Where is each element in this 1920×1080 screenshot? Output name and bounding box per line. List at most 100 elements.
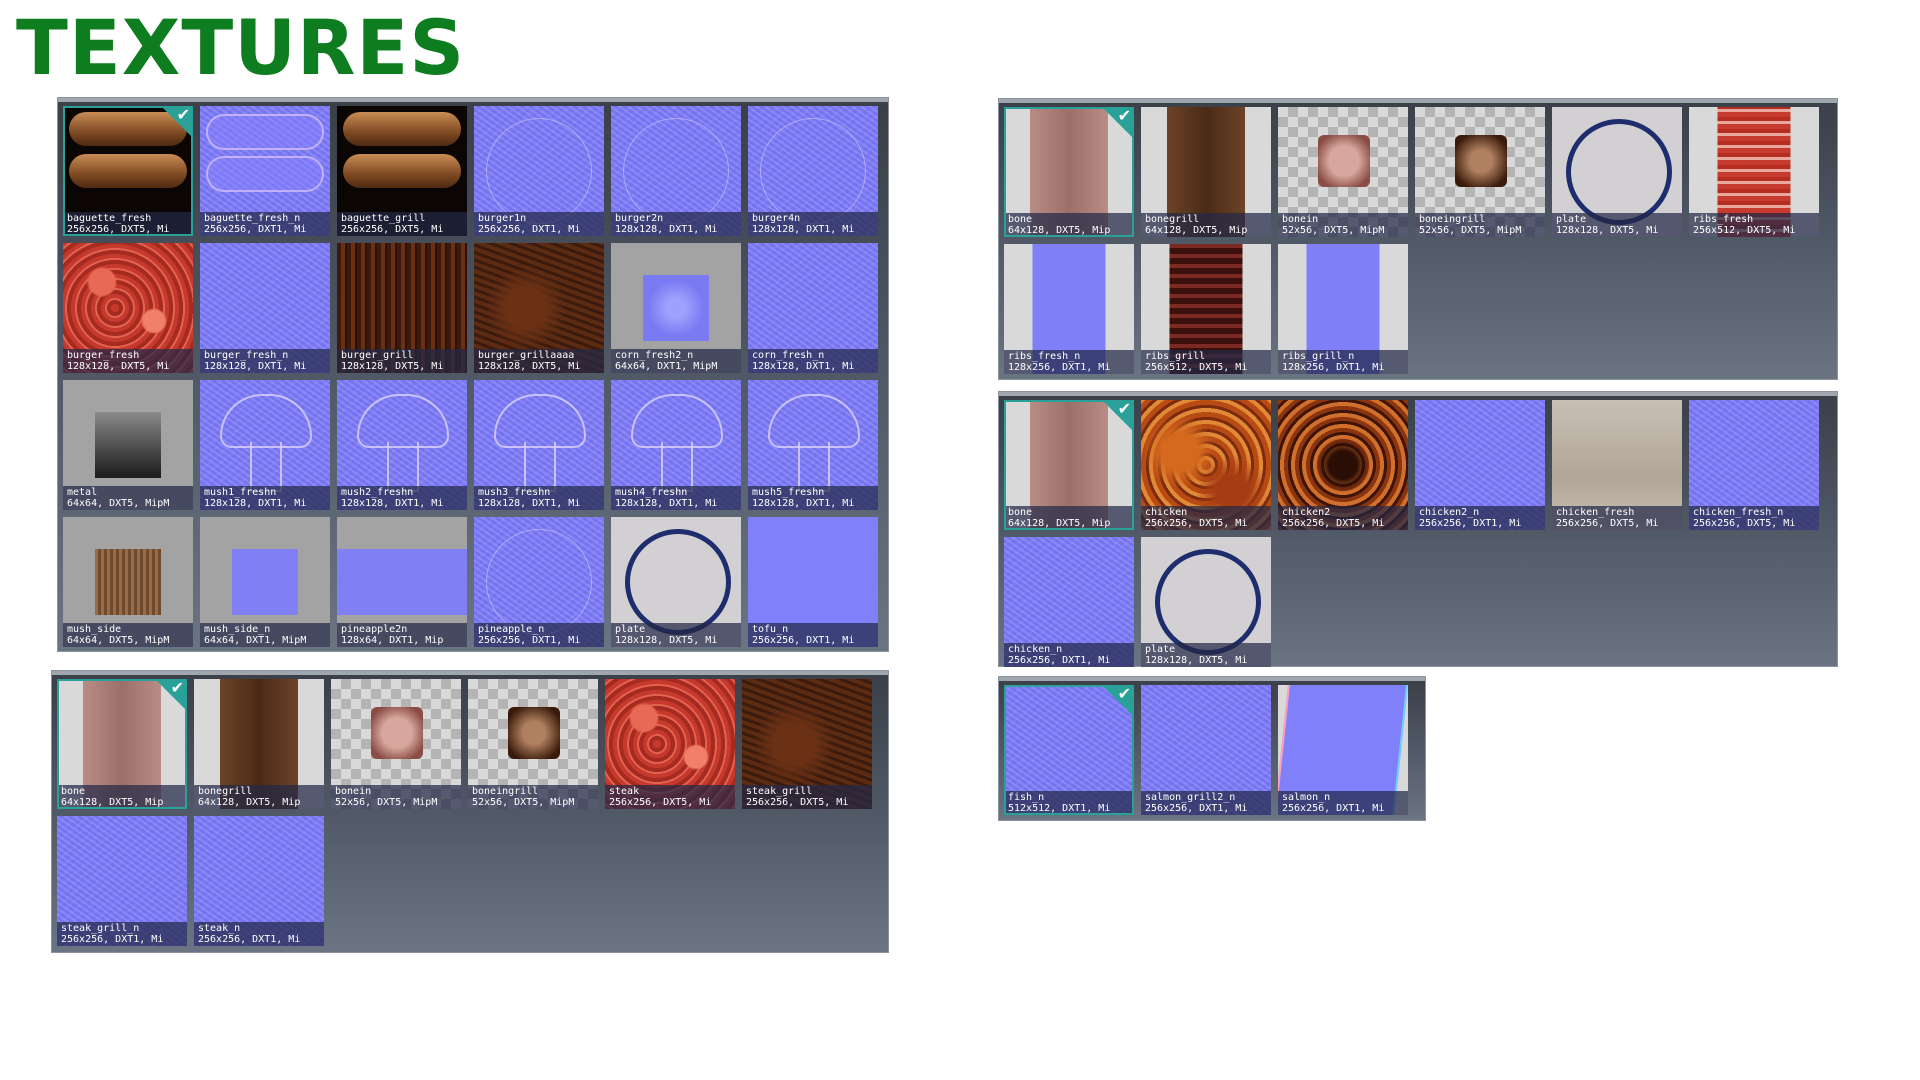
texture-caption: steak 256x256, DXT5, Mi	[605, 785, 735, 809]
texture-name: burger2n	[615, 213, 664, 224]
texture-tile[interactable]: ribs_fresh 256x512, DXT5, Mi	[1689, 107, 1819, 237]
texture-name: plate	[615, 624, 646, 635]
texture-name: baguette_fresh	[67, 213, 152, 224]
texture-tile[interactable]: baguette_grill 256x256, DXT5, Mi	[337, 106, 467, 236]
texture-caption: chicken_fresh_n 256x256, DXT5, Mi	[1689, 506, 1819, 530]
texture-tile[interactable]: burger1n 256x256, DXT1, Mi	[474, 106, 604, 236]
texture-tile[interactable]: ✔ bone 64x128, DXT5, Mip	[1004, 400, 1134, 530]
texture-tile[interactable]: chicken_n 256x256, DXT1, Mi	[1004, 537, 1134, 667]
texture-tile[interactable]: ribs_grill_n 128x256, DXT1, Mi	[1278, 244, 1408, 374]
texture-tile[interactable]: bonein 52x56, DXT5, MipM	[1278, 107, 1408, 237]
texture-tile[interactable]: burger2n 128x128, DXT1, Mi	[611, 106, 741, 236]
panel-title-bar	[999, 392, 1837, 396]
texture-info: 128x256, DXT1, Mi	[1282, 362, 1385, 373]
texture-info: 52x56, DXT5, MipM	[472, 797, 575, 808]
texture-tile[interactable]: chicken2 256x256, DXT5, Mi	[1278, 400, 1408, 530]
texture-tile[interactable]: salmon_grill2_n 256x256, DXT1, Mi	[1141, 685, 1271, 815]
texture-info: 256x256, DXT1, Mi	[198, 934, 301, 945]
texture-tile[interactable]: ribs_fresh_n 128x256, DXT1, Mi	[1004, 244, 1134, 374]
texture-tile[interactable]: burger_grill 128x128, DXT5, Mi	[337, 243, 467, 373]
texture-caption: bone 64x128, DXT5, Mip	[1004, 506, 1134, 530]
texture-tile[interactable]: burger4n 128x128, DXT1, Mi	[748, 106, 878, 236]
texture-tile[interactable]: plate 128x128, DXT5, Mi	[1552, 107, 1682, 237]
texture-tile[interactable]: boneingrill 52x56, DXT5, MipM	[1415, 107, 1545, 237]
texture-tile[interactable]: mush2_freshn 128x128, DXT1, Mi	[337, 380, 467, 510]
texture-caption: mush2_freshn 128x128, DXT1, Mi	[337, 486, 467, 510]
texture-tile[interactable]: bonein 52x56, DXT5, MipM	[331, 679, 461, 809]
texture-tile[interactable]: ✔ bone 64x128, DXT5, Mip	[1004, 107, 1134, 237]
texture-tile[interactable]: steak_grill 256x256, DXT5, Mi	[742, 679, 872, 809]
texture-tile[interactable]: burger_fresh_n 128x128, DXT1, Mi	[200, 243, 330, 373]
texture-tile[interactable]: mush4_freshn 128x128, DXT1, Mi	[611, 380, 741, 510]
texture-name: baguette_grill	[341, 213, 426, 224]
texture-tile[interactable]: plate 128x128, DXT5, Mi	[1141, 537, 1271, 667]
texture-tile[interactable]: steak 256x256, DXT5, Mi	[605, 679, 735, 809]
texture-name: chicken2_n	[1419, 507, 1480, 518]
texture-tile[interactable]: ✔ baguette_fresh 256x256, DXT5, Mi	[63, 106, 193, 236]
texture-name: bonein	[335, 786, 372, 797]
texture-caption: tofu_n 256x256, DXT1, Mi	[748, 623, 878, 647]
texture-caption: bonegrill 64x128, DXT5, Mip	[1141, 213, 1271, 237]
texture-tile[interactable]: ✔ fish_n 512x512, DXT1, Mi	[1004, 685, 1134, 815]
texture-tile[interactable]: metal 64x64, DXT5, MipM	[63, 380, 193, 510]
texture-caption: fish_n 512x512, DXT1, Mi	[1004, 791, 1134, 815]
texture-info: 256x256, DXT1, Mi	[1145, 803, 1248, 814]
texture-name: burger_fresh_n	[204, 350, 289, 361]
texture-name: steak_grill	[746, 786, 813, 797]
texture-info: 256x256, DXT5, Mi	[746, 797, 849, 808]
texture-name: burger_grillaaaa	[478, 350, 575, 361]
texture-name: ribs_grill_n	[1282, 351, 1355, 362]
texture-caption: salmon_n 256x256, DXT1, Mi	[1278, 791, 1408, 815]
texture-info: 128x128, DXT1, Mi	[341, 498, 444, 509]
texture-tile[interactable]: baguette_fresh_n 256x256, DXT1, Mi	[200, 106, 330, 236]
texture-info: 64x64, DXT1, MipM	[204, 635, 307, 646]
texture-name: steak_n	[198, 923, 241, 934]
texture-tile[interactable]: bonegrill 64x128, DXT5, Mip	[194, 679, 324, 809]
texture-tile[interactable]: chicken_fresh_n 256x256, DXT5, Mi	[1689, 400, 1819, 530]
texture-name: chicken2	[1282, 507, 1331, 518]
texture-tile[interactable]: burger_grillaaaa 128x128, DXT5, Mi	[474, 243, 604, 373]
panel-title-bar	[999, 99, 1837, 103]
texture-tile[interactable]: tofu_n 256x256, DXT1, Mi	[748, 517, 878, 647]
texture-grid: ✔ fish_n 512x512, DXT1, Mi salmon_grill2_n 2…	[1004, 685, 1420, 815]
texture-tile[interactable]: steak_grill_n 256x256, DXT1, Mi	[57, 816, 187, 946]
texture-tile[interactable]: boneingrill 52x56, DXT5, MipM	[468, 679, 598, 809]
texture-info: 128x128, DXT1, Mi	[615, 224, 718, 235]
texture-name: baguette_fresh_n	[204, 213, 301, 224]
texture-caption: corn_fresh2_n 64x64, DXT1, MipM	[611, 349, 741, 373]
texture-tile[interactable]: salmon_n 256x256, DXT1, Mi	[1278, 685, 1408, 815]
checkmark-icon: ✔	[1117, 400, 1131, 418]
texture-tile[interactable]: bonegrill 64x128, DXT5, Mip	[1141, 107, 1271, 237]
texture-tile[interactable]: mush_side_n 64x64, DXT1, MipM	[200, 517, 330, 647]
texture-tile[interactable]: ribs_grill 256x512, DXT5, Mi	[1141, 244, 1271, 374]
texture-tile[interactable]: burger_fresh 128x128, DXT5, Mi	[63, 243, 193, 373]
texture-caption: salmon_grill2_n 256x256, DXT1, Mi	[1141, 791, 1271, 815]
texture-caption: steak_grill_n 256x256, DXT1, Mi	[57, 922, 187, 946]
texture-tile[interactable]: mush5_freshn 128x128, DXT1, Mi	[748, 380, 878, 510]
texture-caption: corn_fresh_n 128x128, DXT1, Mi	[748, 349, 878, 373]
texture-tile[interactable]: pineapple2n 128x64, DXT1, Mip	[337, 517, 467, 647]
texture-tile[interactable]: pineapple_n 256x256, DXT1, Mi	[474, 517, 604, 647]
texture-tile[interactable]: corn_fresh2_n 64x64, DXT1, MipM	[611, 243, 741, 373]
texture-tile[interactable]: chicken 256x256, DXT5, Mi	[1141, 400, 1271, 530]
texture-tile[interactable]: ✔ bone 64x128, DXT5, Mip	[57, 679, 187, 809]
texture-caption: chicken 256x256, DXT5, Mi	[1141, 506, 1271, 530]
texture-grid: ✔ bone 64x128, DXT5, Mip bonegrill 64x128, D…	[57, 679, 883, 946]
texture-name: tofu_n	[752, 624, 789, 635]
texture-tile[interactable]: mush1_freshn 128x128, DXT1, Mi	[200, 380, 330, 510]
texture-name: plate	[1145, 644, 1176, 655]
texture-name: mush5_freshn	[752, 487, 825, 498]
texture-name: salmon_n	[1282, 792, 1331, 803]
texture-name: burger1n	[478, 213, 527, 224]
texture-tile[interactable]: chicken2_n 256x256, DXT1, Mi	[1415, 400, 1545, 530]
texture-tile[interactable]: plate 128x128, DXT5, Mi	[611, 517, 741, 647]
texture-info: 128x128, DXT5, Mi	[478, 361, 581, 372]
texture-tile[interactable]: steak_n 256x256, DXT1, Mi	[194, 816, 324, 946]
texture-tile[interactable]: mush_side 64x64, DXT5, MipM	[63, 517, 193, 647]
texture-tile[interactable]: mush3_freshn 128x128, DXT1, Mi	[474, 380, 604, 510]
texture-tile[interactable]: chicken_fresh 256x256, DXT5, Mi	[1552, 400, 1682, 530]
texture-name: bone	[1008, 507, 1033, 518]
texture-tile[interactable]: corn_fresh_n 128x128, DXT1, Mi	[748, 243, 878, 373]
panel-burgers: ✔ baguette_fresh 256x256, DXT5, Mi baguette…	[57, 97, 889, 652]
checkmark-icon: ✔	[1117, 685, 1131, 703]
